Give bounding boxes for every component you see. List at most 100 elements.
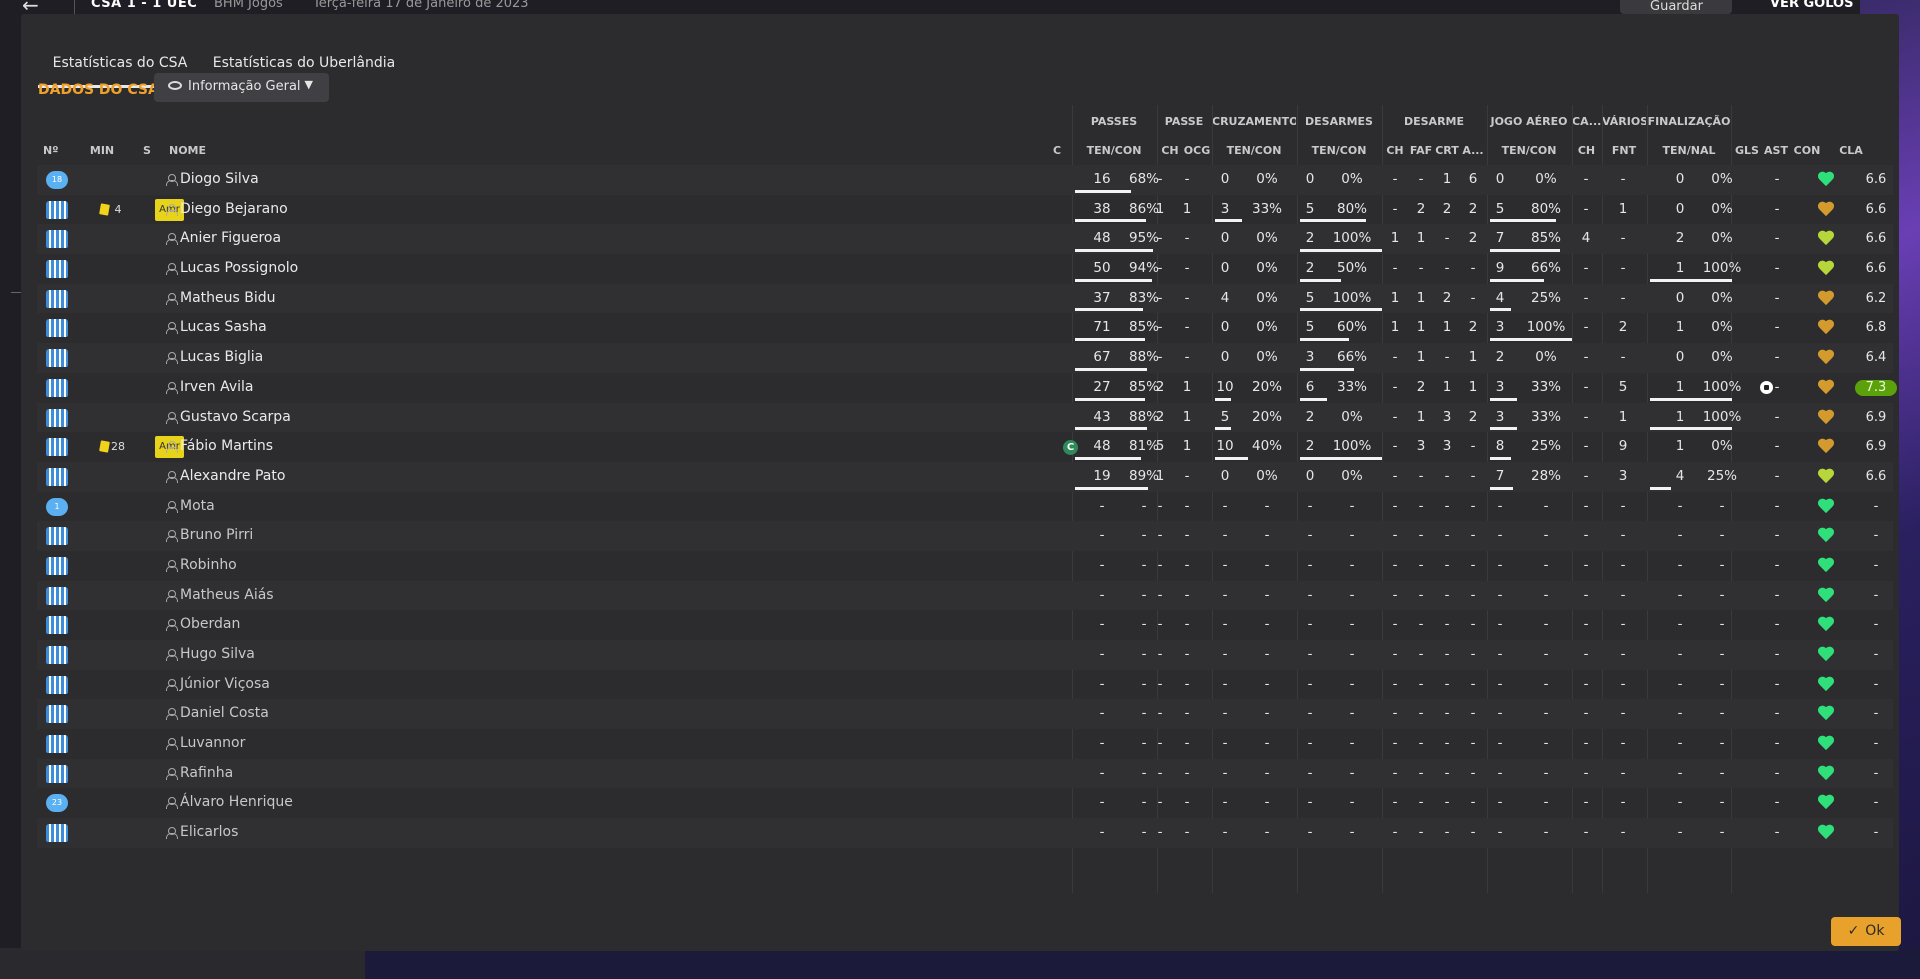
player-name[interactable]: Mota xyxy=(180,492,215,522)
table-row[interactable]: Hugo Silva - - - - - - - - - - - - - - - - - - - - xyxy=(37,640,1893,670)
person-icon[interactable] xyxy=(166,797,178,810)
player-name[interactable]: Daniel Costa xyxy=(180,699,269,729)
person-icon[interactable] xyxy=(166,738,178,751)
player-name[interactable]: Lucas Possignolo xyxy=(180,254,298,284)
person-icon[interactable] xyxy=(166,292,178,305)
col-assists[interactable]: AST xyxy=(1763,144,1789,157)
person-icon[interactable] xyxy=(166,708,178,721)
col-desarme-faf[interactable]: FAF xyxy=(1408,144,1434,157)
player-name[interactable]: Diego Bejarano xyxy=(180,195,288,225)
player-name[interactable]: Elicarlos xyxy=(180,818,238,848)
view-goals-button[interactable]: VER GOLOS xyxy=(1770,0,1853,11)
table-row[interactable]: Alexandre Pato 19 89% 1-0 0% 0 0% - - - -7 28% -3 4 25… xyxy=(37,461,1893,492)
player-name[interactable]: Oberdan xyxy=(180,610,240,640)
stat-d-ch: - xyxy=(1392,616,1398,633)
table-row[interactable]: Matheus Bidu 37 83% - -4 0% 5 100% 1 1 2-4 25% - -0 0%… xyxy=(37,283,1893,314)
table-row[interactable]: Júnior Viçosa - - - - - - - - - - - - - - - - - - - - xyxy=(37,670,1893,700)
col-goals[interactable]: GLS xyxy=(1734,144,1760,157)
table-row[interactable]: Lucas Sasha 71 85% - -0 0% 5 60% 1 1 1 2 3 100% -2 1 0% -… xyxy=(37,313,1893,343)
player-name[interactable]: Gustavo Scarpa xyxy=(180,403,291,433)
table-row[interactable]: Elicarlos - - - - - - - - - - - - - - - - - - - - xyxy=(37,818,1893,848)
player-name[interactable]: Alexandre Pato xyxy=(180,462,285,492)
player-name[interactable]: Diogo Silva xyxy=(180,165,259,195)
view-dropdown[interactable]: Informação Geral ▼ xyxy=(154,73,329,102)
ok-button[interactable]: ✓ Ok xyxy=(1831,917,1901,946)
player-name[interactable]: Bruno Pirri xyxy=(180,521,253,551)
person-icon[interactable] xyxy=(166,352,178,365)
table-row[interactable]: Anier Figueroa 48 95% - -0 0% 2 100% 1 1-2 7 85% 4-2… xyxy=(37,224,1893,255)
person-icon[interactable] xyxy=(166,174,178,186)
player-rating: - xyxy=(1873,825,1879,841)
person-icon[interactable] xyxy=(166,441,178,454)
save-game-button[interactable]: Guardar Jogo xyxy=(1620,0,1732,16)
table-row[interactable]: Lucas Possignolo 50 94% - -0 0% 2 50% - - - -9 66% - -… xyxy=(37,254,1893,284)
player-name[interactable]: Matheus Bidu xyxy=(180,284,276,314)
person-icon[interactable] xyxy=(166,263,178,276)
table-row[interactable]: 23 Álvaro Henrique - - - - - - - - - - - - - - - - - - - - xyxy=(37,788,1893,818)
player-name[interactable]: Robinho xyxy=(180,551,237,581)
player-name[interactable]: Luvannor xyxy=(180,729,245,759)
person-icon[interactable] xyxy=(166,678,178,691)
table-row[interactable]: 18 Diogo Silva 16 68% - -0 0% 0 0% - -1 6 0 0% - -0 0% -6… xyxy=(37,165,1893,195)
player-name[interactable]: Lucas Biglia xyxy=(180,343,263,373)
person-icon[interactable] xyxy=(166,203,178,216)
stat-p-ch: 2 xyxy=(1155,378,1165,395)
col-desarme-a[interactable]: A... xyxy=(1460,144,1486,157)
col-name[interactable]: NOME xyxy=(169,144,229,157)
col-cross-ten-con[interactable]: TEN/CON xyxy=(1212,144,1296,157)
person-icon[interactable] xyxy=(166,500,178,513)
col-condition[interactable]: CON xyxy=(1792,144,1822,157)
player-name[interactable]: Álvaro Henrique xyxy=(180,788,293,818)
table-row[interactable]: Rafinha - - - - - - - - - - - - - - - - - - - - xyxy=(37,758,1893,789)
col-sub[interactable]: S xyxy=(140,144,154,157)
col-ca-ch[interactable]: CH xyxy=(1572,144,1601,157)
player-name[interactable]: Fábio Martins xyxy=(180,432,273,462)
table-row[interactable]: Gustavo Scarpa 43 88% 2 1 5 20% 2 0% -1 3 2 3 33% -1 1 1… xyxy=(37,402,1893,433)
player-name[interactable]: Hugo Silva xyxy=(180,640,255,670)
table-row[interactable]: Oberdan - - - - - - - - - - - - - - - - - - - - xyxy=(37,610,1893,640)
person-icon[interactable] xyxy=(166,589,178,602)
goal-ball-icon xyxy=(1760,380,1773,394)
person-icon[interactable] xyxy=(166,767,178,780)
person-icon[interactable] xyxy=(166,649,178,661)
table-row[interactable]: 1 Mota - - - - - - - - - - - - - - - - - - - - xyxy=(37,492,1893,522)
person-icon[interactable] xyxy=(166,411,178,424)
person-icon[interactable] xyxy=(166,233,178,246)
table-row[interactable]: 4 Amr Diego Bejarano 38 86% 1 1 3 33% 5 80% -2 2 2 5 80… xyxy=(37,195,1893,225)
table-row[interactable]: Robinho - - - - - - - - - - - - - - - - - - - - xyxy=(37,551,1893,581)
col-tackles-ten-con[interactable]: TEN/CON xyxy=(1297,144,1381,157)
col-desarme-ch[interactable]: CH xyxy=(1382,144,1408,157)
col-captain[interactable]: C xyxy=(1050,144,1064,157)
table-row[interactable]: Lucas Biglia 67 88% - -0 0% 3 66% -1-1 2 0% - -0 0% -6… xyxy=(37,343,1893,373)
person-icon[interactable] xyxy=(166,322,178,335)
person-icon[interactable] xyxy=(166,470,178,483)
person-icon[interactable] xyxy=(166,381,178,394)
col-passe-ocg[interactable]: OCG xyxy=(1183,144,1211,157)
player-name[interactable]: Matheus Aiás xyxy=(180,581,274,611)
table-row[interactable]: Irven Avila 27 85% 2 1 10 20% 6 33% -2 1 1 3 33% -5 1 10… xyxy=(37,373,1897,403)
player-name[interactable]: Anier Figueroa xyxy=(180,224,281,254)
col-minute[interactable]: MIN xyxy=(87,144,117,157)
player-name[interactable]: Lucas Sasha xyxy=(180,313,267,343)
person-icon[interactable] xyxy=(166,619,178,632)
col-rating[interactable]: CLA xyxy=(1834,144,1868,157)
table-row[interactable]: Matheus Aiás - - - - - - - - - - - - - - - - - - - - xyxy=(37,580,1893,611)
col-number[interactable]: Nº xyxy=(43,144,73,157)
table-row[interactable]: Luvannor - - - - - - - - - - - - - - - - - - - - xyxy=(37,729,1893,759)
table-row[interactable]: 28 Amr Fábio Martins C 48 81% 5 1 10 40% 2 100% -3 3-… xyxy=(37,432,1893,462)
col-passe-ch[interactable]: CH xyxy=(1157,144,1183,157)
col-aerial-ten-con[interactable]: TEN/CON xyxy=(1487,144,1571,157)
person-icon[interactable] xyxy=(166,827,178,840)
col-desarme-crt[interactable]: CRT xyxy=(1434,144,1460,157)
person-icon[interactable] xyxy=(166,559,178,572)
col-shots-ten-nal[interactable]: TEN/NAL xyxy=(1647,144,1731,157)
table-row[interactable]: Bruno Pirri - - - - - - - - - - - - - - - - - - - - xyxy=(37,521,1893,551)
table-row[interactable]: Daniel Costa - - - - - - - - - - - - - - - - - - - - xyxy=(37,699,1893,730)
person-icon[interactable] xyxy=(166,530,178,543)
stat-de-t: - xyxy=(1307,794,1313,811)
player-name[interactable]: Rafinha xyxy=(180,759,233,789)
player-name[interactable]: Irven Avila xyxy=(180,373,254,403)
player-name[interactable]: Júnior Viçosa xyxy=(180,670,270,700)
col-varios-fnt[interactable]: FNT xyxy=(1602,144,1646,157)
col-passes-ten-con[interactable]: TEN/CON xyxy=(1072,144,1156,157)
